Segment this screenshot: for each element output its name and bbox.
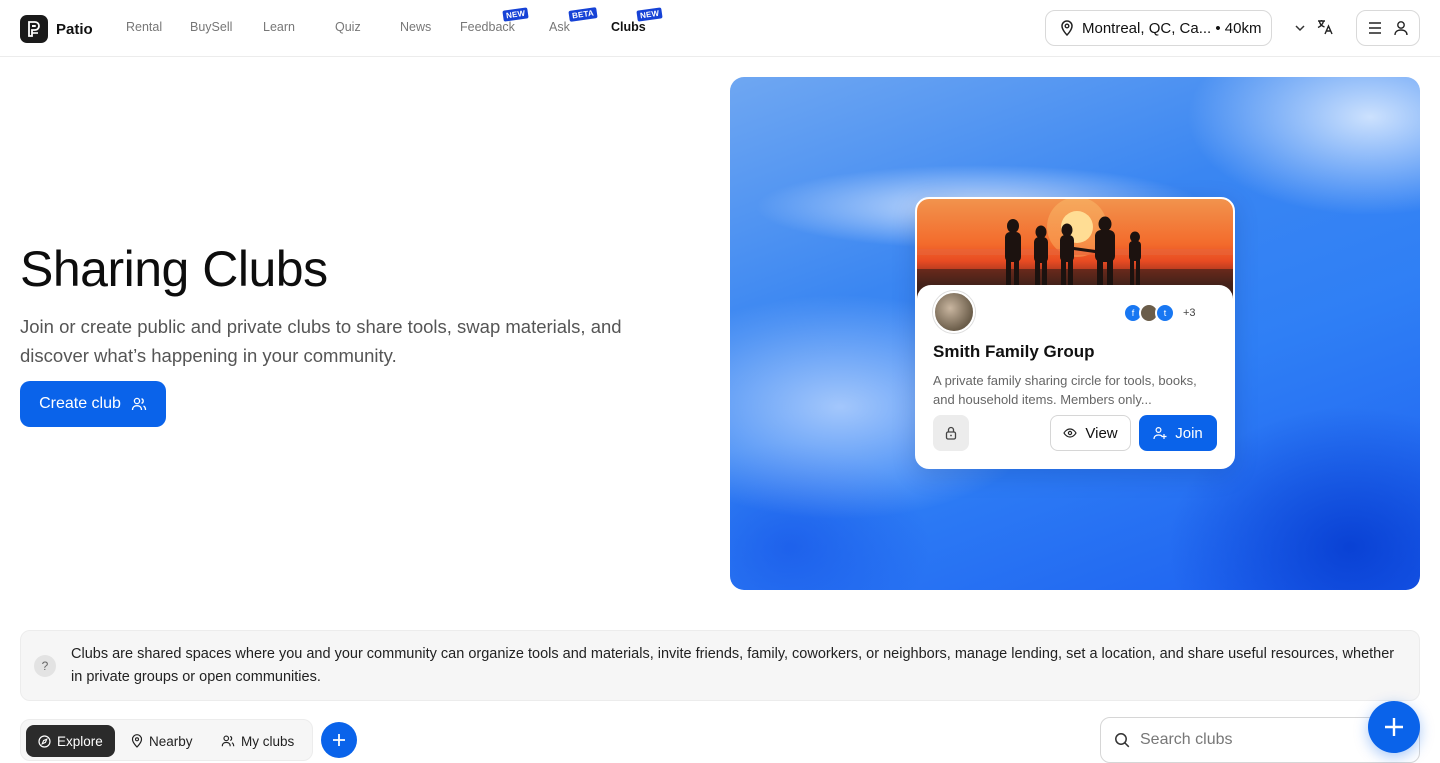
- eye-icon: [1063, 428, 1078, 438]
- join-label: Join: [1175, 424, 1203, 442]
- plus-icon: [333, 734, 345, 746]
- nav-item-learn[interactable]: Learn: [263, 20, 295, 34]
- app-name: Patio: [56, 20, 93, 38]
- new-badge: NEW: [502, 7, 529, 22]
- member-more-count: +3: [1183, 307, 1196, 319]
- tab-label: Explore: [57, 733, 103, 749]
- location-selector[interactable]: Montreal, QC, Ca... • 40km: [1045, 10, 1272, 46]
- member-avatar: t: [1155, 303, 1175, 323]
- club-tabs: Explore Nearby My clubs: [20, 719, 313, 761]
- nav-item-label: Feedback: [460, 20, 515, 34]
- users-icon: [131, 397, 147, 411]
- lock-icon: [945, 426, 957, 440]
- club-name: Smith Family Group: [933, 342, 1095, 361]
- page-title: Sharing Clubs: [20, 241, 328, 297]
- nav-item-ask[interactable]: Ask BETA: [549, 7, 598, 34]
- logo[interactable]: Patio: [20, 15, 93, 43]
- club-card-body: f t +3 Smith Family Group A private fami…: [917, 285, 1233, 467]
- language-dropdown[interactable]: [1294, 21, 1306, 39]
- nav-item-label: Ask: [549, 20, 570, 34]
- create-club-label: Create club: [39, 395, 121, 412]
- nav-item-feedback[interactable]: Feedback NEW: [460, 7, 529, 34]
- menu-icon: [1369, 22, 1381, 34]
- plus-icon: [1385, 718, 1403, 736]
- page-subtitle: Join or create public and private clubs …: [20, 316, 622, 366]
- create-club-button[interactable]: Create club: [20, 381, 166, 427]
- view-label: View: [1085, 424, 1118, 442]
- compass-icon: [38, 734, 51, 748]
- nav-item-label: Clubs: [611, 20, 646, 34]
- top-nav: Patio Rental BuySell Learn Quiz News Fee…: [0, 0, 1440, 57]
- user-plus-icon: [1153, 426, 1167, 440]
- tab-label: My clubs: [241, 733, 295, 749]
- location-text: Montreal, QC, Ca... • 40km: [1082, 19, 1262, 37]
- info-banner: ? Clubs are shared spaces where you and …: [20, 630, 1420, 701]
- tab-label: Nearby: [149, 733, 193, 749]
- club-description: A private family sharing circle for tool…: [933, 373, 1197, 407]
- map-pin-icon: [131, 734, 143, 748]
- account-menu-button[interactable]: [1356, 10, 1420, 46]
- floating-add-button[interactable]: [1368, 701, 1420, 753]
- translate-button[interactable]: [1316, 18, 1334, 41]
- private-club-indicator: [933, 415, 969, 451]
- view-club-button[interactable]: View: [1050, 415, 1131, 451]
- info-text: Clubs are shared spaces where you and yo…: [71, 646, 1395, 685]
- join-club-button[interactable]: Join: [1139, 415, 1217, 451]
- member-avatars: f t +3: [1123, 303, 1196, 323]
- nav-item-buysell[interactable]: BuySell: [190, 20, 232, 34]
- add-club-button[interactable]: [321, 722, 357, 758]
- club-avatar: [933, 291, 975, 333]
- nav-item-rental[interactable]: Rental: [126, 20, 162, 34]
- club-card[interactable]: f t +3 Smith Family Group A private fami…: [915, 197, 1235, 469]
- hero-image: f t +3 Smith Family Group A private fami…: [730, 77, 1420, 590]
- tab-my-clubs[interactable]: My clubs: [209, 725, 306, 757]
- help-icon: ?: [34, 655, 56, 677]
- beta-badge: BETA: [568, 7, 598, 22]
- map-pin-icon: [1061, 20, 1073, 36]
- nav-item-quiz[interactable]: Quiz: [335, 20, 361, 34]
- tab-nearby[interactable]: Nearby: [119, 725, 205, 757]
- chevron-down-icon: [1295, 25, 1305, 32]
- tab-explore[interactable]: Explore: [26, 725, 115, 757]
- users-icon: [221, 735, 235, 747]
- user-icon: [1394, 21, 1408, 36]
- search-input[interactable]: [1140, 731, 1360, 749]
- search-icon: [1115, 733, 1130, 748]
- translate-icon: [1317, 20, 1333, 35]
- nav-item-news[interactable]: News: [400, 20, 431, 34]
- new-badge: NEW: [636, 7, 663, 22]
- club-cover-photo: [917, 199, 1233, 299]
- nav-item-clubs[interactable]: Clubs NEW: [611, 7, 663, 34]
- patio-logo-icon: [20, 15, 48, 43]
